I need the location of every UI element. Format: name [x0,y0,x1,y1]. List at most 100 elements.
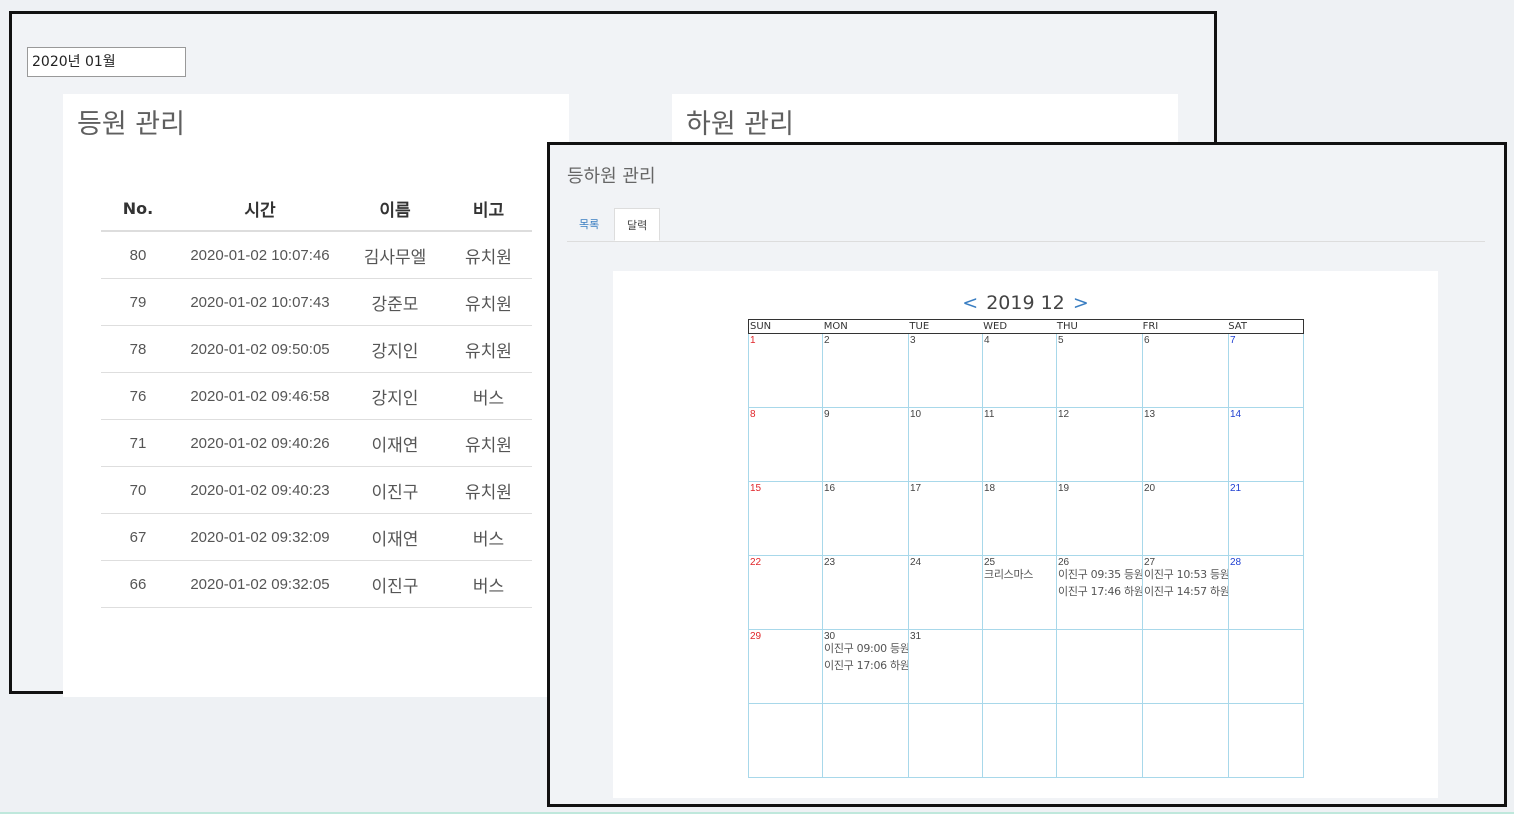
calendar-day-cell[interactable]: 25 크리스마스 [982,556,1056,630]
calendar-day-cell[interactable]: 4 [982,334,1056,408]
next-month-button[interactable]: > [1071,292,1091,314]
cell-name: 김사무엘 [345,231,445,279]
calendar-week-row: 29 30 이진구 09:00 등원 이진구 17:06 하원 31 [748,630,1304,704]
calendar-event[interactable]: 이진구 14:57 하원 [1144,580,1228,603]
calendar-day-cell[interactable] [908,704,982,778]
day-number: 7 [1230,335,1236,346]
calendar-day-cell[interactable]: 2 [822,334,908,408]
calendar-day-cell[interactable]: 20 [1142,482,1228,556]
prev-month-button[interactable]: < [960,292,980,314]
calendar-day-cell[interactable]: 13 [1142,408,1228,482]
calendar-day-cell[interactable]: 18 [982,482,1056,556]
weekday-label: MON [823,321,848,332]
calendar-day-cell[interactable]: 29 [748,630,822,704]
attendance-panel: 등원 관리 No. 시간 이름 비고 80 2020-01-02 10:07:46… [63,94,569,697]
day-number: 9 [824,409,830,420]
table-row[interactable]: 79 2020-01-02 10:07:43 강준모 유치원 [101,278,532,326]
calendar-day-cell[interactable]: 5 [1056,334,1142,408]
day-number: 18 [984,483,996,494]
calendar-day-cell[interactable]: 21 [1228,482,1304,556]
table-row[interactable]: 80 2020-01-02 10:07:46 김사무엘 유치원 [101,231,532,279]
calendar-day-cell[interactable]: 19 [1056,482,1142,556]
calendar-event[interactable]: 이진구 17:06 하원 [824,654,908,677]
calendar-day-cell[interactable]: 6 [1142,334,1228,408]
calendar-day-cell[interactable] [1056,704,1142,778]
calendar-day-cell[interactable] [982,704,1056,778]
calendar-day-cell[interactable] [822,704,908,778]
cell-name: 이진구 [345,560,445,608]
table-row[interactable]: 70 2020-01-02 09:40:23 이진구 유치원 [101,466,532,514]
calendar-window: 등하원 관리 목록 달력 < 2019 12 > SUN MON TUE WED THU… [547,142,1507,807]
calendar-day-cell[interactable]: 8 [748,408,822,482]
calendar-day-cell[interactable] [1228,704,1304,778]
tab-list[interactable]: 목록 [567,208,611,241]
calendar-day-cell[interactable]: 22 [748,556,822,630]
calendar-day-cell[interactable]: 3 [908,334,982,408]
calendar-day-cell[interactable]: 27 이진구 10:53 등원 이진구 14:57 하원 [1142,556,1228,630]
calendar-month-label: 2019 12 [986,292,1065,314]
calendar-day-cell[interactable]: 17 [908,482,982,556]
calendar-day-cell[interactable] [1056,630,1142,704]
calendar-day-cell[interactable]: 14 [1228,408,1304,482]
cell-name: 강준모 [345,278,445,326]
day-number: 1 [750,335,756,346]
table-row[interactable]: 76 2020-01-02 09:46:58 강지인 버스 [101,372,532,420]
calendar-day-cell[interactable]: 24 [908,556,982,630]
calendar-day-cell[interactable] [1142,630,1228,704]
view-tabs: 목록 달력 [567,208,1485,242]
calendar-day-cell[interactable] [1142,704,1228,778]
month-picker-input[interactable]: 2020년 01월 [27,47,186,77]
day-number: 5 [1058,335,1064,346]
cell-note: 유치원 [445,466,532,514]
cell-no: 66 [101,560,175,608]
calendar-day-cell[interactable]: 1 [748,334,822,408]
day-number: 3 [910,335,916,346]
cell-time: 2020-01-02 10:07:43 [175,278,345,326]
calendar-day-cell[interactable]: 12 [1056,408,1142,482]
day-number: 12 [1058,409,1070,420]
calendar-card: < 2019 12 > SUN MON TUE WED THU FRI SAT 123456… [613,271,1438,798]
cell-time: 2020-01-02 10:07:46 [175,231,345,279]
weekday-label: TUE [909,321,930,332]
calendar-day-cell[interactable]: 9 [822,408,908,482]
day-number: 2 [824,335,830,346]
table-row[interactable]: 78 2020-01-02 09:50:05 강지인 유치원 [101,325,532,373]
tab-calendar[interactable]: 달력 [614,208,661,241]
attendance-table: No. 시간 이름 비고 80 2020-01-02 10:07:46 김사무엘 유치… [101,186,532,608]
calendar-day-cell[interactable]: 16 [822,482,908,556]
calendar-grid: SUN MON TUE WED THU FRI SAT 1 2 3 4 5 6 7 8 9 10 11 12 13 1… [748,319,1304,778]
calendar-day-cell[interactable]: 15 [748,482,822,556]
calendar-day-cell[interactable]: 11 [982,408,1056,482]
day-number: 10 [910,409,922,420]
calendar-day-cell[interactable]: 28 [1228,556,1304,630]
cell-time: 2020-01-02 09:46:58 [175,372,345,420]
calendar-day-cell[interactable]: 7 [1228,334,1304,408]
table-row[interactable]: 66 2020-01-02 09:32:05 이진구 버스 [101,560,532,608]
calendar-day-cell[interactable]: 26 이진구 09:35 등원 이진구 17:46 하원 [1056,556,1142,630]
day-number: 29 [750,631,762,642]
weekday-label: THU [1056,321,1078,332]
cell-time: 2020-01-02 09:32:05 [175,560,345,608]
table-row[interactable]: 71 2020-01-02 09:40:26 이재연 유치원 [101,419,532,467]
day-number: 21 [1230,483,1242,494]
weekday-header-row: SUN MON TUE WED THU FRI SAT [748,319,1304,334]
weekday-label: WED [983,321,1008,332]
cell-name: 이재연 [345,513,445,561]
calendar-day-cell[interactable] [748,704,822,778]
day-number: 6 [1144,335,1150,346]
calendar-day-cell[interactable]: 23 [822,556,908,630]
calendar-day-cell[interactable] [982,630,1056,704]
cell-name: 강지인 [345,372,445,420]
calendar-event[interactable]: 이진구 17:46 하원 [1058,580,1142,603]
cell-no: 80 [101,231,175,279]
calendar-day-cell[interactable]: 31 [908,630,982,704]
day-number: 23 [824,557,836,568]
weekday-label: SAT [1228,321,1247,332]
cell-note: 버스 [445,513,532,561]
calendar-day-cell[interactable] [1228,630,1304,704]
table-row[interactable]: 67 2020-01-02 09:32:09 이재연 버스 [101,513,532,561]
calendar-day-cell[interactable]: 10 [908,408,982,482]
calendar-event[interactable]: 크리스마스 [984,563,1055,586]
calendar-day-cell[interactable]: 30 이진구 09:00 등원 이진구 17:06 하원 [822,630,908,704]
table-header-row: No. 시간 이름 비고 [101,186,532,232]
